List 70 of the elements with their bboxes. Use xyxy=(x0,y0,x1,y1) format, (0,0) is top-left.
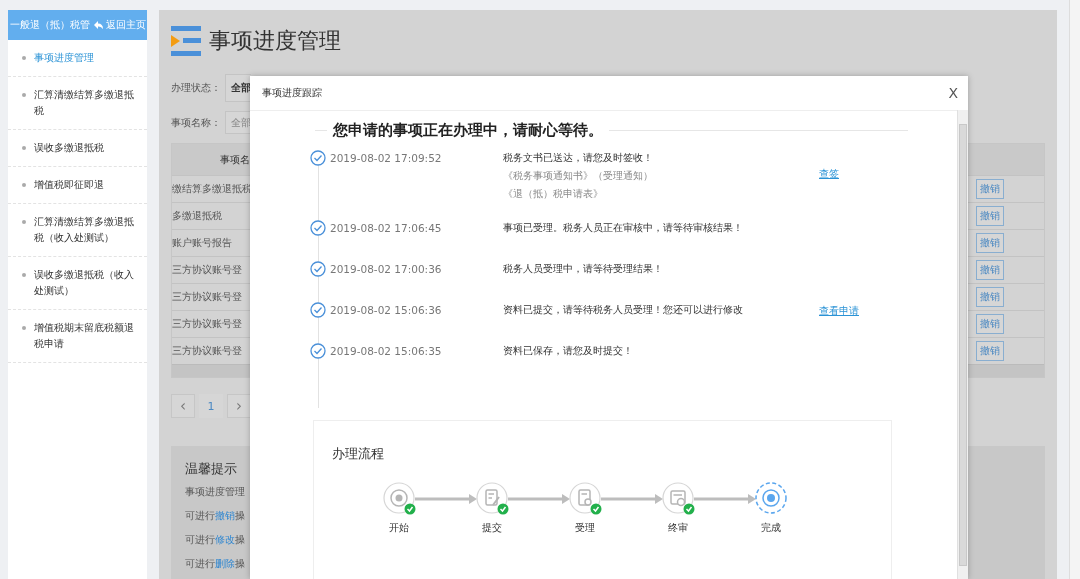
prev-page-button[interactable]: ‹ xyxy=(171,394,195,418)
arrow-icon xyxy=(415,494,477,504)
sidebar-item[interactable]: 事项进度管理 xyxy=(8,40,147,77)
step-label: 完成 xyxy=(761,521,781,535)
sidebar-item[interactable]: 增值税期末留底税额退税申请 xyxy=(8,310,147,363)
close-button[interactable]: X xyxy=(948,85,958,101)
tip-link[interactable]: 删除 xyxy=(215,558,235,569)
revoke-button[interactable]: 撤销 xyxy=(976,341,1004,361)
arrow-icon xyxy=(508,494,570,504)
document-name: 《税务事项通知书》（受理通知） xyxy=(503,169,654,183)
step-label: 终审 xyxy=(668,521,688,535)
filter-label: 办理状态： xyxy=(171,81,221,95)
sidebar-item[interactable]: 误收多缴退抵税 xyxy=(8,130,147,167)
document-name: 《退（抵）税申请表》 xyxy=(503,187,604,201)
progress-message: 事项已受理。税务人员正在审核中，请等待审核结果！ xyxy=(503,221,744,235)
progress-message: 资料已提交，请等待税务人员受理！您还可以进行修改 xyxy=(503,303,744,317)
progress-message: 资料已保存，请您及时提交！ xyxy=(503,344,634,358)
revoke-button[interactable]: 撤销 xyxy=(976,260,1004,280)
revoke-button[interactable]: 撤销 xyxy=(976,287,1004,307)
back-link[interactable]: 返回主页 xyxy=(92,18,146,32)
timestamp: 2019-08-02 15:06:35 xyxy=(330,345,443,359)
table-cell: 账户账号报告 xyxy=(172,236,232,250)
step-label: 受理 xyxy=(575,521,595,535)
tip-link[interactable]: 修改 xyxy=(215,534,235,545)
arrow-icon xyxy=(601,494,663,504)
table-cell: 三方协议账号登 xyxy=(172,263,242,277)
tip-text: 事项进度管理 xyxy=(185,486,246,498)
tips-title: 温馨提示 xyxy=(185,460,238,478)
timestamp: 2019-08-02 15:06:36 xyxy=(330,304,443,318)
timestamp: 2019-08-02 17:09:52 xyxy=(330,152,443,166)
sidebar-item[interactable]: 增值税即征即退 xyxy=(8,167,147,204)
next-page-button[interactable]: › xyxy=(227,394,251,418)
revoke-button[interactable]: 撤销 xyxy=(976,179,1004,199)
dialog-title: 事项进度跟踪 xyxy=(262,86,322,100)
tip-link[interactable]: 撤销 xyxy=(215,510,235,521)
progress-message: 税务文书已送达，请您及时签收！ xyxy=(503,151,654,165)
sidebar-item[interactable]: 汇算清缴结算多缴退抵税（收入处测试） xyxy=(8,204,147,257)
check-circle-icon xyxy=(310,150,326,166)
step-label: 开始 xyxy=(389,521,409,535)
check-circle-icon xyxy=(310,220,326,236)
dialog-scrollbar[interactable] xyxy=(957,110,968,579)
step-label: 提交 xyxy=(482,521,502,535)
action-link[interactable]: 查看申请 xyxy=(819,304,859,326)
section-title: 一般退（抵）税管 xyxy=(9,18,90,32)
back-arrow-icon xyxy=(92,20,103,30)
revoke-button[interactable]: 撤销 xyxy=(976,314,1004,334)
column-header: 事项名 xyxy=(220,152,250,167)
check-circle-icon xyxy=(310,343,326,359)
table-cell: 三方协议账号登 xyxy=(172,290,242,304)
list-icon xyxy=(171,26,201,56)
check-circle-icon xyxy=(310,302,326,318)
table-cell: 三方协议账号登 xyxy=(172,344,242,358)
page-title: 事项进度管理 xyxy=(209,27,341,55)
table-cell: 多缴退抵税 xyxy=(172,209,222,223)
flow-title: 办理流程 xyxy=(332,445,385,463)
sidebar-item[interactable]: 汇算清缴结算多缴退抵税 xyxy=(8,77,147,130)
filter-label: 事项名称： xyxy=(171,115,221,130)
status-select[interactable]: 全部 xyxy=(225,74,251,102)
sidebar-item[interactable]: 误收多缴退抵税（收入处测试） xyxy=(8,257,147,310)
progress-message: 税务人员受理中，请等待受理结果！ xyxy=(503,262,664,276)
check-circle-icon xyxy=(310,261,326,277)
table-cell: 三方协议账号登 xyxy=(172,317,242,331)
status-heading: 您申请的事项正在办理中，请耐心等待。 xyxy=(333,121,603,140)
arrow-icon xyxy=(694,494,756,504)
timestamp: 2019-08-02 17:00:36 xyxy=(330,263,443,277)
revoke-button[interactable]: 撤销 xyxy=(976,233,1004,253)
action-link[interactable]: 查签 xyxy=(819,167,839,203)
revoke-button[interactable]: 撤销 xyxy=(976,206,1004,226)
name-field[interactable]: 全部 xyxy=(225,111,251,134)
timestamp: 2019-08-02 17:06:45 xyxy=(330,222,443,236)
